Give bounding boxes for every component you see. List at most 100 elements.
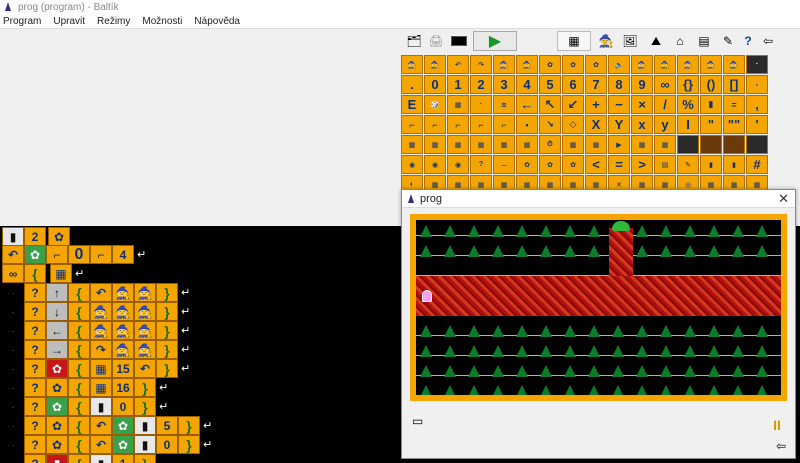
help-icon[interactable]: ? [737,31,759,51]
menu-program[interactable]: Program [3,16,41,27]
palette-cell[interactable]: ◉ [447,155,469,174]
palette-cell[interactable]: ▪ [516,115,538,134]
pause-button[interactable]: II [769,417,785,433]
palette-cell[interactable]: ▦ [654,135,676,154]
palette-cell[interactable]: ✿ [585,55,607,74]
palette-cell[interactable]: 7 [585,75,607,94]
program-block[interactable]: ↶ [90,283,112,302]
palette-cell[interactable]: ▦ [447,95,469,114]
palette-cell[interactable]: ⌐ [424,115,446,134]
palette-cell[interactable]: 🧙 [700,55,722,74]
tracks-icon[interactable]: ▭ [412,414,423,428]
program-block[interactable]: { [68,435,90,454]
palette-cell[interactable]: · [470,95,492,114]
program-block[interactable]: 🧙 [112,283,134,302]
palette-cell[interactable]: 🧙 [493,55,515,74]
program-block[interactable]: } [134,397,156,416]
palette-cell[interactable]: 🧙 [631,55,653,74]
stop-icon[interactable] [447,31,471,51]
palette-cell[interactable]: ▦ [585,135,607,154]
program-block[interactable]: 15 [112,359,134,378]
palette-cell[interactable]: x [631,115,653,134]
program-block[interactable]: } [156,359,178,378]
program-block[interactable]: 🧙 [134,340,156,359]
palette-cell[interactable]: 🧙 [677,55,699,74]
palette-cell[interactable]: ▦ [516,135,538,154]
program-block[interactable]: { [68,378,90,397]
palette-cell[interactable]: ✿ [539,55,561,74]
palette-cell[interactable]: 🧙 [516,55,538,74]
program-block[interactable]: { [68,416,90,435]
palette-cell[interactable]: ▦ [470,135,492,154]
palette-cell[interactable]: ↘ [539,115,561,134]
question-block[interactable]: ? [24,340,46,359]
palette-cell[interactable]: # [746,155,768,174]
program-block[interactable]: 0 [156,435,178,454]
palette-cell[interactable]: ▦ [401,135,423,154]
palette-cell[interactable]: I [677,115,699,134]
dice-icon[interactable]: 🎲 [424,95,446,114]
program-block[interactable]: ✿ [46,378,68,397]
palette-cell[interactable]: ◉ [424,155,446,174]
palette-cell[interactable]: ▦ [631,135,653,154]
palette-cell[interactable]: ◇ [562,115,584,134]
program-block[interactable]: 🧙 [112,321,134,340]
program-block[interactable]: ✿ [46,416,68,435]
palette-cell[interactable]: 9 [631,75,653,94]
program-block[interactable]: { [68,321,90,340]
program-block[interactable]: ← [46,321,68,340]
palette-cell[interactable] [677,135,699,154]
program-block[interactable]: ▮ [46,454,68,463]
program-block[interactable]: ↶ [134,359,156,378]
palette-cell[interactable]: ⌐ [401,115,423,134]
palette-cell[interactable]: 🧙 [401,55,423,74]
palette-cell[interactable]: ' [746,115,768,134]
palette-cell[interactable]: 0 [424,75,446,94]
pen-icon[interactable]: ✎ [717,31,739,51]
program-block[interactable]: { [68,340,90,359]
program-block[interactable]: { [68,359,90,378]
palette-cell[interactable] [746,135,768,154]
palette-cell[interactable]: ▮ [723,155,745,174]
program-block[interactable]: ↶ [90,435,112,454]
layout-grid-icon[interactable]: ▦ [557,31,591,51]
palette-cell[interactable] [700,135,722,154]
program-block[interactable]: 0 [112,397,134,416]
palette-cell[interactable]: ▮ [700,155,722,174]
program-block[interactable]: } [134,378,156,397]
program-block[interactable]: 🧙 [112,340,134,359]
program-block[interactable]: ↷ [90,340,112,359]
palette-cell[interactable]: 2 [470,75,492,94]
palette-cell[interactable]: ▦ [447,135,469,154]
program-block[interactable]: ▮ [2,227,24,246]
question-block[interactable]: ? [24,416,46,435]
program-block[interactable]: 🧙 [134,302,156,321]
program-block[interactable]: 🧙 [90,302,112,321]
menu-help[interactable]: Nápověda [194,16,240,27]
palette-cell[interactable]: ≋ [493,95,515,114]
question-block[interactable]: ? [24,397,46,416]
palette-cell[interactable]: ⌐ [493,115,515,134]
palette-cell[interactable]: × [631,95,653,114]
palette-cell[interactable]: > [631,155,653,174]
program-block[interactable]: ▮ [90,397,112,416]
palette-cell[interactable]: , [746,95,768,114]
palette-cell[interactable]: ⌐ [470,115,492,134]
palette-cell[interactable]: ▦ [424,135,446,154]
program-block[interactable]: ▦ [50,264,72,283]
wizard-toolbar-icon[interactable]: 🧙 [595,31,617,51]
palette-cell[interactable]: · [746,55,768,74]
program-block[interactable]: } [156,283,178,302]
palette-cell[interactable]: ⏱ [539,135,561,154]
program-block[interactable]: ✿ [46,359,68,378]
palette-cell[interactable]: . [401,75,423,94]
program-block[interactable]: } [156,340,178,359]
program-block[interactable]: 16 [112,378,134,397]
program-block[interactable]: { [24,264,46,283]
program-block[interactable]: ✿ [112,416,134,435]
program-block[interactable]: ✿ [46,435,68,454]
palette-cell[interactable]: ✿ [562,55,584,74]
program-block[interactable]: { [68,302,90,321]
program-block[interactable]: ▦ [90,378,112,397]
program-block[interactable]: { [68,454,90,463]
